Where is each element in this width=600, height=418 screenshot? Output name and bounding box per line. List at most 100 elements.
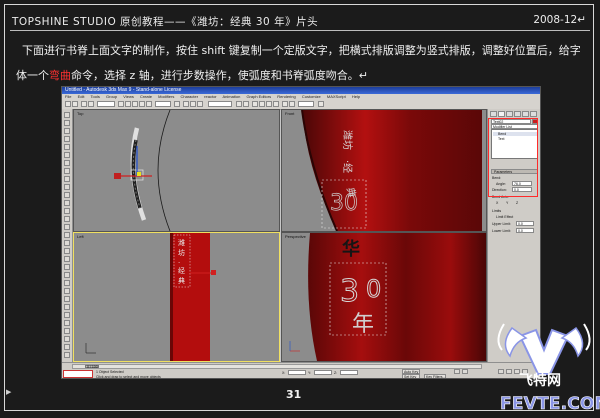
header-divider [10, 30, 590, 31]
redo-icon[interactable] [72, 101, 78, 107]
menu-reactor[interactable]: reactor [204, 94, 216, 99]
menu-create[interactable]: Create [140, 94, 152, 99]
utilities-tab-icon[interactable] [530, 111, 537, 117]
align-icon[interactable] [243, 101, 249, 107]
tool-icon-8[interactable] [64, 168, 70, 174]
axis-x-radio[interactable]: X [496, 201, 498, 205]
render-icon[interactable] [289, 101, 295, 107]
menu-animation[interactable]: Animation [223, 94, 241, 99]
tool-icon-5[interactable] [64, 144, 70, 150]
select-icon[interactable] [118, 101, 124, 107]
menu-help[interactable]: Help [352, 94, 360, 99]
percent-snap-icon[interactable] [197, 101, 203, 107]
tool-icon-6[interactable] [64, 152, 70, 158]
menu-rendering[interactable]: Rendering [277, 94, 295, 99]
tool-icon-20[interactable] [64, 264, 70, 270]
angle-snap-icon[interactable] [190, 101, 196, 107]
tool-icon-30[interactable] [64, 344, 70, 350]
viewport-top[interactable]: Top [73, 109, 280, 232]
viewport-front[interactable]: Front 潍坊 ·经 典 30 [281, 109, 487, 232]
upper-limit-spinner[interactable]: 0.0 [516, 221, 534, 226]
link-icon[interactable] [81, 101, 87, 107]
create-tab-icon[interactable] [490, 111, 497, 117]
layer-icon[interactable] [252, 101, 258, 107]
left-tool-column [62, 109, 73, 362]
viewport-perspective[interactable]: Perspective 华 3 0 年 [281, 232, 487, 362]
menu-file[interactable]: File [65, 94, 71, 99]
tool-icon-17[interactable] [64, 240, 70, 246]
tool-icon-16[interactable] [64, 232, 70, 238]
tool-icon-3[interactable] [64, 128, 70, 134]
key-filters-button[interactable]: Key Filters... [424, 374, 446, 378]
tool-icon-12[interactable] [64, 200, 70, 206]
maxscript-listener[interactable] [63, 370, 93, 378]
menu-modifiers[interactable]: Modifiers [158, 94, 174, 99]
snap-icon[interactable] [183, 101, 189, 107]
tool-icon-11[interactable] [64, 192, 70, 198]
tool-icon-25[interactable] [64, 304, 70, 310]
tool-icon-10[interactable] [64, 184, 70, 190]
mirror-icon[interactable] [236, 101, 242, 107]
display-tab-icon[interactable] [522, 111, 529, 117]
next-frame-icon[interactable] [462, 369, 468, 374]
selection-filter-dropdown[interactable] [97, 101, 115, 107]
named-selection-dropdown[interactable] [208, 101, 232, 107]
modify-tab-icon[interactable] [498, 111, 505, 117]
tool-icon-31[interactable] [64, 352, 70, 358]
tool-icon-18[interactable] [64, 248, 70, 254]
tool-icon-21[interactable] [64, 272, 70, 278]
set-key-button[interactable]: Set Key [402, 374, 420, 378]
menu-customize[interactable]: Customize [302, 94, 321, 99]
move-icon[interactable] [132, 101, 138, 107]
schematic-icon[interactable] [266, 101, 272, 107]
tool-icon-7[interactable] [64, 160, 70, 166]
tool-icon-27[interactable] [64, 320, 70, 326]
viewport-left[interactable]: Left 潍 坊 · 经 典 [73, 232, 280, 362]
tool-icon-1[interactable] [64, 112, 70, 118]
tool-icon-15[interactable] [64, 224, 70, 230]
select-by-name-icon[interactable] [125, 101, 131, 107]
time-slider[interactable]: 0 / 100 [85, 365, 99, 369]
tool-icon-14[interactable] [64, 216, 70, 222]
material-editor-icon[interactable] [273, 101, 279, 107]
tool-icon-26[interactable] [64, 312, 70, 318]
tool-icon-22[interactable] [64, 280, 70, 286]
menu-maxscript[interactable]: MAXScript [327, 94, 346, 99]
tool-icon-13[interactable] [64, 208, 70, 214]
menu-edit[interactable]: Edit [78, 94, 85, 99]
limit-effect-checkbox[interactable]: Limit Effect [496, 215, 513, 219]
pivot-icon[interactable] [174, 101, 180, 107]
coord-y-field[interactable] [314, 370, 332, 375]
undo-icon[interactable] [65, 101, 71, 107]
tool-icon-9[interactable] [64, 176, 70, 182]
lower-limit-spinner[interactable]: 0.0 [516, 228, 534, 233]
tool-icon-28[interactable] [64, 328, 70, 334]
hierarchy-tab-icon[interactable] [506, 111, 513, 117]
axis-y-radio[interactable]: Y [506, 201, 508, 205]
tool-icon-4[interactable] [64, 136, 70, 142]
menu-character[interactable]: Character [180, 94, 198, 99]
tool-icon-29[interactable] [64, 336, 70, 342]
coord-z-field[interactable] [340, 370, 358, 375]
menu-views[interactable]: Views [123, 94, 134, 99]
render-setup-icon[interactable] [282, 101, 288, 107]
time-slider-track[interactable]: 0 / 100 [72, 364, 482, 369]
render-type-dropdown[interactable] [298, 101, 314, 107]
coord-x-field[interactable] [288, 370, 306, 375]
tool-icon-24[interactable] [64, 296, 70, 302]
quick-render-icon[interactable] [318, 101, 324, 107]
menu-tools[interactable]: Tools [91, 94, 100, 99]
play-icon[interactable] [454, 369, 460, 374]
tool-icon-19[interactable] [64, 256, 70, 262]
unlink-icon[interactable] [88, 101, 94, 107]
motion-tab-icon[interactable] [514, 111, 521, 117]
axis-z-radio[interactable]: Z [516, 201, 518, 205]
menu-graph-editors[interactable]: Graph Editors [246, 94, 271, 99]
tool-icon-2[interactable] [64, 120, 70, 126]
tool-icon-23[interactable] [64, 288, 70, 294]
curve-editor-icon[interactable] [259, 101, 265, 107]
scale-icon[interactable] [146, 101, 152, 107]
menu-group[interactable]: Group [106, 94, 117, 99]
reference-coord-dropdown[interactable] [155, 101, 171, 107]
rotate-icon[interactable] [139, 101, 145, 107]
